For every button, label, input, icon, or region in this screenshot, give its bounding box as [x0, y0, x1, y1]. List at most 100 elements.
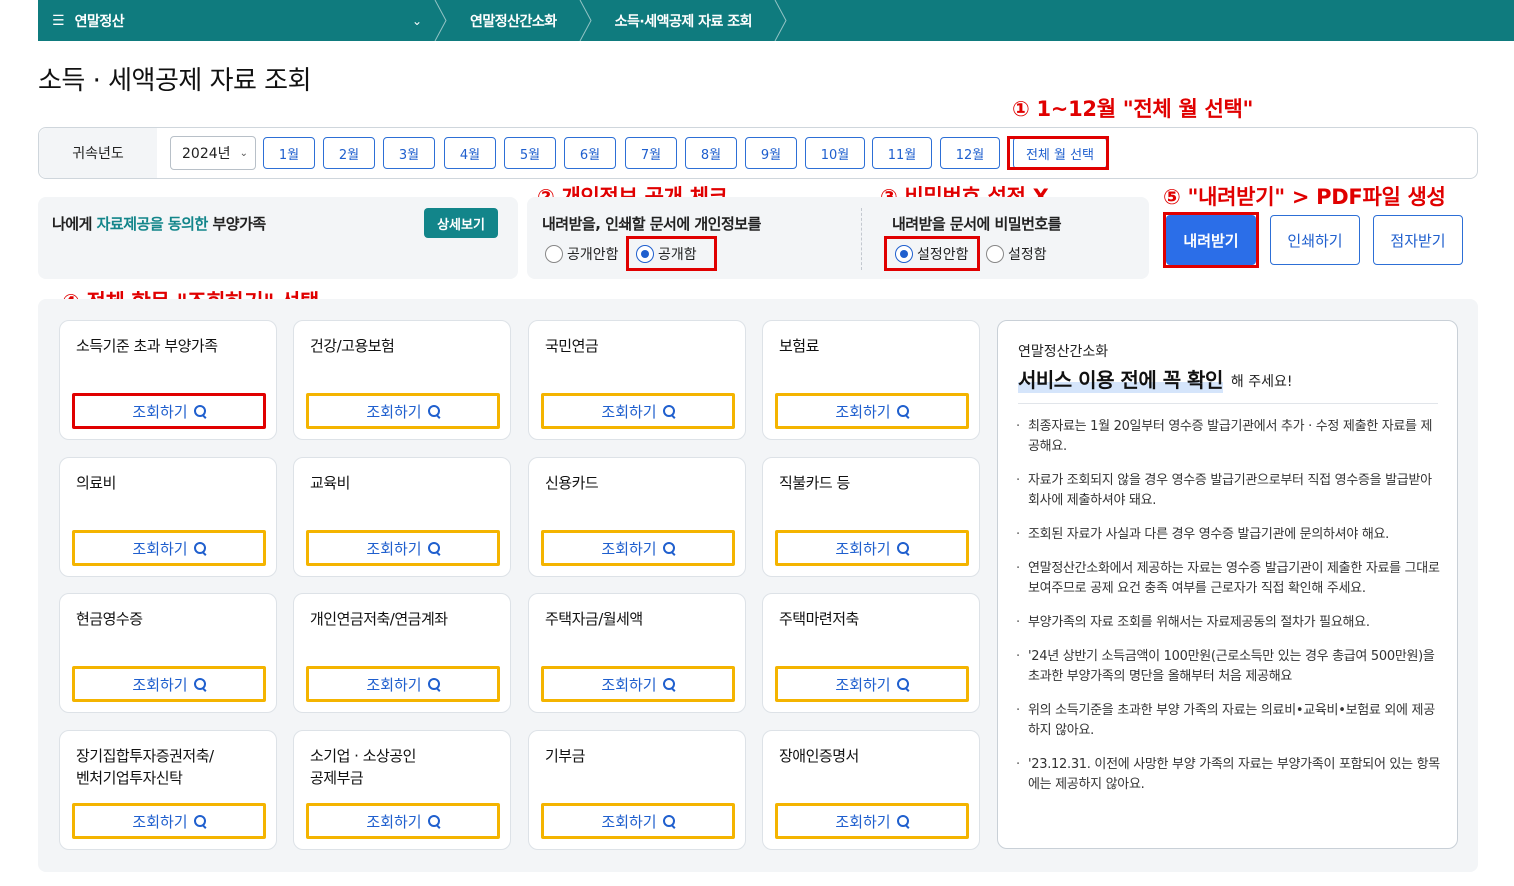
search-icon [662, 815, 675, 827]
query-button[interactable]: 조회하기 [72, 666, 266, 702]
query-button-label: 조회하기 [601, 402, 657, 421]
search-icon [427, 405, 440, 417]
query-button[interactable]: 조회하기 [306, 666, 500, 702]
search-icon [662, 678, 675, 690]
print-button[interactable]: 인쇄하기 [1270, 215, 1360, 265]
deduction-card: 직불카드 등조회하기 [762, 457, 980, 577]
month-button-8[interactable]: 8월 [685, 137, 737, 169]
card-title: 교육비 [310, 474, 350, 492]
consent-text-pre: 나에게 [52, 215, 97, 233]
notice-item: 최종자료는 1월 20일부터 영수증 발급기관에서 추가 · 수정 제출한 자료… [1016, 417, 1441, 457]
deduction-card: 장기집합투자증권저축/ 벤처기업투자신탁조회하기 [59, 730, 277, 850]
card-title: 기부금 [545, 747, 585, 765]
month-button-4[interactable]: 4월 [444, 137, 496, 169]
month-button-9[interactable]: 9월 [745, 137, 797, 169]
menu-selector[interactable]: ☰ 연말정산 ⌄ [38, 0, 434, 41]
query-button[interactable]: 조회하기 [72, 803, 266, 839]
breadcrumb-item-1[interactable]: 연말정산간소화 [448, 0, 579, 41]
breadcrumb-item-2[interactable]: 소득·세액공제 자료 조회 [593, 0, 774, 41]
password-option-set[interactable]: 설정함 [986, 244, 1047, 264]
query-button[interactable]: 조회하기 [541, 666, 735, 702]
hamburger-icon[interactable]: ☰ [52, 13, 65, 29]
privacy-option-hide[interactable]: 공개안함 [545, 244, 619, 264]
deduction-card: 개인연금저축/연금계좌 조회하기 [293, 593, 511, 713]
annotation-1: ① 1~12월 "전체 월 선택" [1012, 97, 1254, 121]
search-icon [193, 815, 206, 827]
month-button-5[interactable]: 5월 [504, 137, 556, 169]
card-title: 소기업 · 소상공인 공제부금 [310, 747, 416, 787]
menu-title: 연말정산 [74, 13, 125, 30]
query-button[interactable]: 조회하기 [775, 803, 969, 839]
deduction-card: 기부금조회하기 [528, 730, 746, 850]
card-title: 장기집합투자증권저축/ 벤처기업투자신탁 [76, 747, 214, 787]
card-title: 보험료 [779, 337, 819, 355]
month-button-6[interactable]: 6월 [564, 137, 616, 169]
consent-text-post: 부양가족 [207, 215, 266, 233]
notice-headline-suffix: 해 주세요! [1230, 374, 1293, 390]
card-title: 신용카드 [545, 474, 599, 492]
detail-button[interactable]: 상세보기 [424, 208, 498, 238]
month-button-12[interactable]: 12월 [940, 137, 1000, 169]
consent-text: 나에게 자료제공을 동의한 부양가족 [52, 213, 266, 234]
query-button[interactable]: 조회하기 [541, 530, 735, 566]
chevron-down-icon[interactable]: ⌄ [412, 14, 422, 28]
card-title: 직불카드 등 [779, 474, 850, 492]
query-button-label: 조회하기 [366, 675, 422, 694]
search-icon [896, 405, 909, 417]
search-icon [193, 678, 206, 690]
highlight-box-password [884, 236, 980, 271]
month-button-10[interactable]: 10월 [805, 137, 865, 169]
query-button-label: 조회하기 [835, 675, 891, 694]
breadcrumb-separator [774, 0, 788, 41]
search-icon [896, 542, 909, 554]
breadcrumb-separator [579, 0, 593, 41]
deduction-card: 건강/고용보험 조회하기 [293, 320, 511, 440]
query-button[interactable]: 조회하기 [306, 530, 500, 566]
card-title: 현금영수증 [76, 610, 143, 628]
search-icon [896, 678, 909, 690]
radio-icon [986, 245, 1004, 263]
notice-panel: 연말정산간소화 서비스 이용 전에 꼭 확인 해 주세요! 최종자료는 1월 2… [997, 320, 1458, 849]
query-button[interactable]: 조회하기 [306, 393, 500, 429]
month-button-3[interactable]: 3월 [383, 137, 435, 169]
search-icon [427, 815, 440, 827]
top-nav: ☰ 연말정산 ⌄ 연말정산간소화 소득·세액공제 자료 조회 [38, 0, 1478, 41]
month-button-2[interactable]: 2월 [323, 137, 375, 169]
query-button[interactable]: 조회하기 [775, 666, 969, 702]
deduction-card: 현금영수증조회하기 [59, 593, 277, 713]
deduction-card: 보험료조회하기 [762, 320, 980, 440]
query-button-label: 조회하기 [366, 812, 422, 831]
card-title: 주택자금/월세액 [545, 610, 643, 628]
deduction-card: 주택마련저축 조회하기 [762, 593, 980, 713]
query-button[interactable]: 조회하기 [306, 803, 500, 839]
deduction-card: 주택자금/월세액조회하기 [528, 593, 746, 713]
query-button-label: 조회하기 [366, 402, 422, 421]
card-title: 장애인증명서 [779, 747, 859, 765]
month-button-11[interactable]: 11월 [872, 137, 932, 169]
query-button-label: 조회하기 [132, 812, 188, 831]
braille-button[interactable]: 점자받기 [1373, 215, 1463, 265]
query-button[interactable]: 조회하기 [72, 530, 266, 566]
document-options-panel [527, 197, 1149, 279]
query-button-label: 조회하기 [835, 402, 891, 421]
year-dropdown[interactable]: 2024년 ⌄ [170, 136, 256, 170]
search-icon [193, 405, 206, 417]
query-button-label: 조회하기 [132, 539, 188, 558]
search-icon [662, 542, 675, 554]
notice-headline: 서비스 이용 전에 꼭 확인 해 주세요! [1018, 364, 1292, 393]
query-button[interactable]: 조회하기 [72, 393, 266, 429]
month-button-7[interactable]: 7월 [625, 137, 677, 169]
query-button[interactable]: 조회하기 [775, 530, 969, 566]
deduction-card: 의료비 조회하기 [59, 457, 277, 577]
deduction-card: 장애인증명서조회하기 [762, 730, 980, 850]
notice-headline-main: 서비스 이용 전에 꼭 확인 [1018, 364, 1223, 393]
query-button[interactable]: 조회하기 [775, 393, 969, 429]
query-button-label: 조회하기 [835, 539, 891, 558]
query-button[interactable]: 조회하기 [541, 393, 735, 429]
consent-text-highlight: 자료제공을 동의한 [96, 215, 209, 233]
top-nav-edge [1478, 0, 1514, 41]
query-button[interactable]: 조회하기 [541, 803, 735, 839]
notice-item: 위의 소득기준을 초과한 부양 가족의 자료는 의료비•교육비•보험료 외에 제… [1016, 701, 1441, 741]
annotation-5: ⑤ "내려받기" > PDF파일 생성 [1163, 185, 1446, 209]
month-button-1[interactable]: 1월 [263, 137, 315, 169]
